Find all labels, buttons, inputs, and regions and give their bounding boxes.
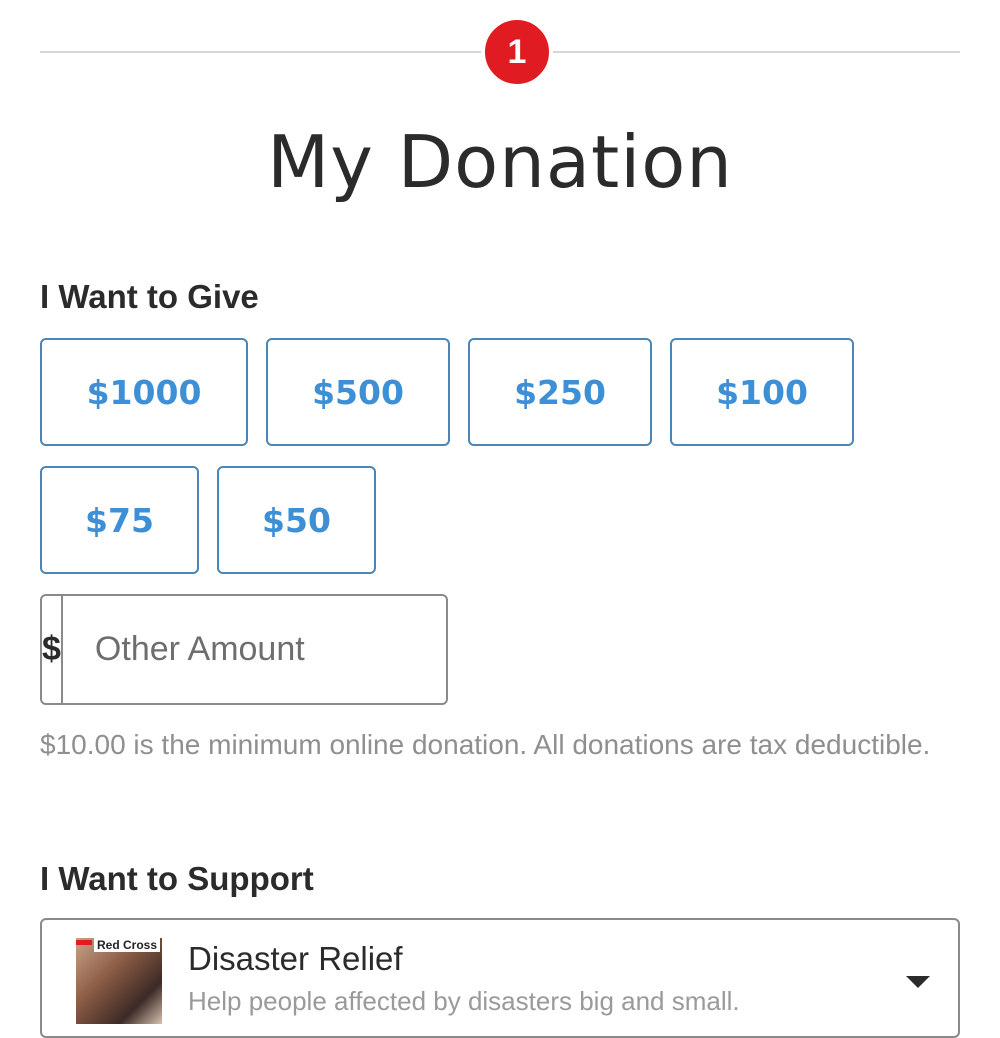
amount-button-75[interactable]: $75: [40, 466, 199, 574]
cause-thumbnail-image: Red Cross: [76, 938, 162, 1024]
support-heading: I Want to Support: [40, 860, 314, 897]
support-cause-select[interactable]: Red Cross Disaster Relief Help people af…: [40, 918, 960, 1038]
page-title: My Donation: [267, 120, 733, 204]
amount-button-100[interactable]: $100: [670, 338, 854, 446]
amount-button-1000[interactable]: $1000: [40, 338, 248, 446]
red-cross-mark-icon: [76, 940, 92, 945]
selected-cause-description: Help people affected by disasters big an…: [188, 986, 740, 1016]
other-amount-input[interactable]: [62, 596, 446, 703]
give-heading: I Want to Give: [40, 278, 259, 315]
thumbnail-caption: Red Cross: [94, 938, 161, 952]
step-number-badge: 1: [481, 16, 553, 88]
amount-button-50[interactable]: $50: [217, 466, 376, 574]
currency-symbol: $: [42, 596, 63, 703]
minimum-donation-note: $10.00 is the minimum online donation. A…: [40, 729, 931, 760]
caret-down-icon[interactable]: [906, 976, 930, 988]
amount-button-500[interactable]: $500: [266, 338, 450, 446]
amount-button-250[interactable]: $250: [468, 338, 652, 446]
selected-cause-title: Disaster Relief: [188, 940, 403, 977]
other-amount-field[interactable]: $: [40, 594, 448, 705]
